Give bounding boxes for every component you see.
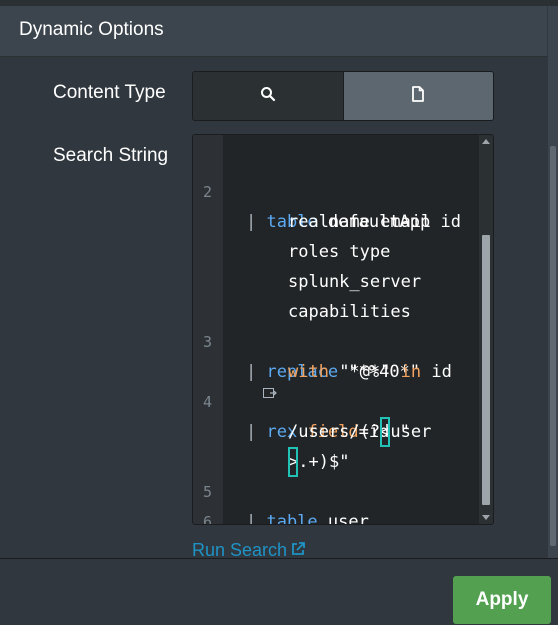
code-line: realname email <box>193 177 479 232</box>
panel-scroll-thumb[interactable] <box>550 146 556 546</box>
code-line: /users/(?<user <box>193 387 479 447</box>
code-line: capabilities <box>193 267 479 322</box>
code-line: 4 | rex field=id " <box>193 357 479 442</box>
content-type-search-button[interactable] <box>193 72 344 120</box>
scroll-up-arrow-icon[interactable] <box>482 139 490 144</box>
search-string-label: Search String <box>53 145 169 166</box>
code-area[interactable]: 2 | table defaultApp id realname email r… <box>193 135 479 524</box>
code-line: 6 | sort user <box>193 477 479 524</box>
code-line: splunk_server <box>193 237 479 292</box>
panel-scrollbar[interactable] <box>548 6 558 558</box>
search-icon <box>260 86 276 107</box>
modal-footer: Apply <box>0 558 558 625</box>
command-token: table <box>266 512 318 525</box>
section-title: Dynamic Options <box>19 19 164 40</box>
content-type-label: Content Type <box>53 82 166 103</box>
document-icon <box>411 85 425 107</box>
search-string-editor[interactable]: 2 | table defaultApp id realname email r… <box>192 134 494 525</box>
code-line: 3 | replace "*%40*" <box>193 297 479 382</box>
scroll-down-arrow-icon[interactable] <box>482 515 490 520</box>
content-type-document-button[interactable] <box>343 72 493 120</box>
content-type-toggle[interactable] <box>192 71 494 121</box>
code-line: 5 | table user <box>193 447 479 524</box>
code-line: 2 | table defaultApp id <box>193 147 479 232</box>
editor-scroll-thumb[interactable] <box>482 235 490 505</box>
code-line: roles type <box>193 207 479 262</box>
line-number: 6 <box>203 513 213 525</box>
code-line: >.+)$" <box>193 417 479 477</box>
section-header[interactable]: Dynamic Options <box>0 6 547 57</box>
editor-scrollbar[interactable] <box>479 135 493 524</box>
line-wrap-icon <box>263 383 277 403</box>
code-line: with "*@*" in id <box>193 327 479 382</box>
code-text: user <box>317 512 369 525</box>
apply-button[interactable]: Apply <box>453 576 551 624</box>
